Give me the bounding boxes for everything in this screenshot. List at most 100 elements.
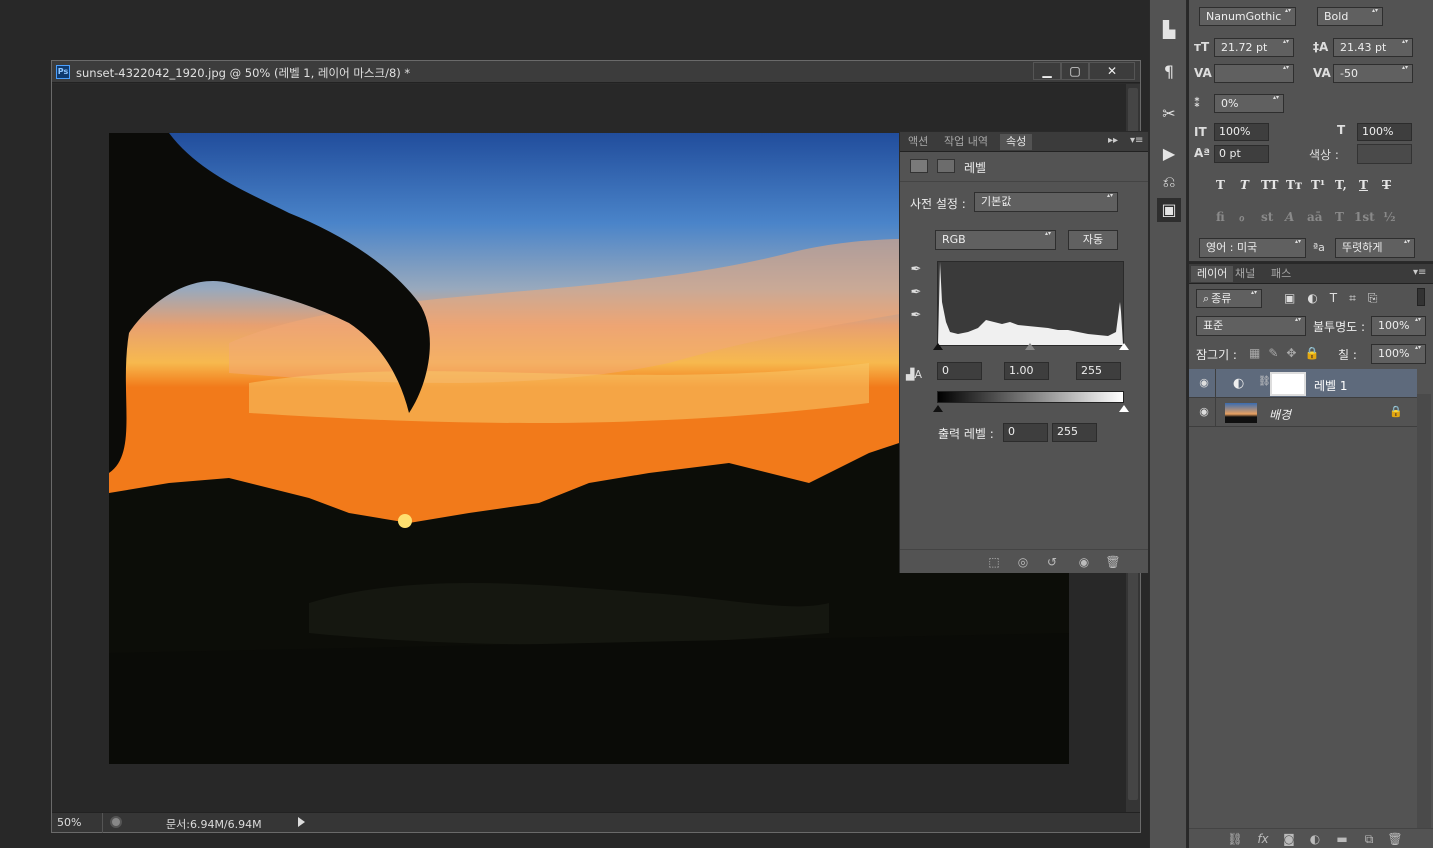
layer-filter-select[interactable]: ⌕ 종류 xyxy=(1196,288,1262,308)
layer-row[interactable]: ◉ 배경 🔒 xyxy=(1189,398,1417,427)
leading-field[interactable]: 21.43 pt xyxy=(1333,37,1413,57)
tab-channels[interactable]: 채널 xyxy=(1229,266,1261,282)
lock-options-icons[interactable]: ▦✎✥🔒 xyxy=(1249,346,1327,360)
tab-properties[interactable]: 속성 xyxy=(1000,134,1033,150)
baseline-shift-field[interactable]: 0 pt xyxy=(1214,145,1269,163)
black-eyedropper-icon[interactable]: ✒ xyxy=(908,262,924,278)
faux-italic-icon[interactable]: T xyxy=(1240,178,1249,192)
vertical-scale-field[interactable]: 100% xyxy=(1214,123,1269,141)
layers-scrollbar[interactable] xyxy=(1417,394,1431,828)
faux-bold-icon[interactable]: T xyxy=(1216,178,1225,192)
old-style-icon[interactable]: ℴ xyxy=(1239,210,1245,224)
delete-layer-icon[interactable]: 🗑 xyxy=(1387,831,1403,847)
clip-to-layer-icon[interactable]: ⬚ xyxy=(986,554,1002,570)
new-group-icon[interactable]: ▬ xyxy=(1334,831,1350,847)
output-white-slider[interactable] xyxy=(1119,405,1129,412)
fractions-icon[interactable]: ½ xyxy=(1383,210,1396,224)
output-white-field[interactable]: 255 xyxy=(1052,423,1097,442)
histogram xyxy=(937,261,1124,346)
superscript-icon[interactable]: T¹ xyxy=(1311,178,1325,192)
minimize-button[interactable]: ▁ xyxy=(1033,62,1061,80)
input-black-field[interactable]: 0 xyxy=(937,362,982,380)
tracking-field[interactable]: -50 xyxy=(1333,63,1413,83)
strikethrough-icon[interactable]: T xyxy=(1382,178,1391,192)
small-caps-icon[interactable]: Tт xyxy=(1286,178,1302,192)
panel-menu-icon[interactable]: ▾≡ xyxy=(1130,135,1143,146)
tsume-field[interactable]: 0% xyxy=(1214,93,1284,113)
white-eyedropper-icon[interactable]: ✒ xyxy=(908,308,924,324)
link-layers-icon[interactable]: ⛓ xyxy=(1227,831,1243,847)
add-mask-icon[interactable]: ◙ xyxy=(1281,831,1297,847)
new-layer-icon[interactable]: ⧉ xyxy=(1361,831,1377,847)
new-adjustment-layer-icon[interactable]: ◐ xyxy=(1307,831,1323,847)
auto-button[interactable]: 자동 xyxy=(1068,230,1118,250)
layer-name[interactable]: 레벨 1 xyxy=(1314,377,1348,394)
input-gamma-slider[interactable] xyxy=(1025,343,1035,350)
channel-select[interactable]: RGB xyxy=(935,229,1056,250)
ligatures-icon[interactable]: fi xyxy=(1216,210,1225,224)
layer-style-fx-icon[interactable]: fx xyxy=(1255,831,1271,847)
levels-adjustment-icon[interactable] xyxy=(910,159,928,173)
layers-panel-menu-icon[interactable]: ▾≡ xyxy=(1413,267,1426,278)
layer-visibility-eye-icon[interactable]: ◉ xyxy=(1197,406,1211,418)
stylistic-alternates-icon[interactable]: aā xyxy=(1307,210,1323,224)
gray-eyedropper-icon[interactable]: ✒ xyxy=(908,285,924,301)
zoom-level[interactable]: 50% xyxy=(57,816,81,829)
output-black-field[interactable]: 0 xyxy=(1003,423,1048,442)
font-family-select[interactable]: NanumGothic xyxy=(1199,6,1296,26)
close-button[interactable]: ✕ xyxy=(1089,62,1135,80)
preset-select[interactable]: 기본값 xyxy=(974,191,1118,212)
layer-filter-icons[interactable]: ▣◐T⌗⎘ xyxy=(1284,291,1390,306)
underline-icon[interactable]: T xyxy=(1359,178,1368,192)
blend-mode-select[interactable]: 표준 xyxy=(1196,315,1306,336)
history-icon[interactable]: ⎌ xyxy=(1157,170,1181,194)
reset-icon[interactable]: ↺ xyxy=(1044,554,1060,570)
output-black-slider[interactable] xyxy=(933,405,943,412)
properties-icon[interactable]: ▣ xyxy=(1157,198,1181,222)
paragraph-icon[interactable]: ¶ xyxy=(1157,60,1181,84)
document-title-bar[interactable]: Ps sunset-4322042_1920.jpg @ 50% (레벨 1, … xyxy=(52,61,1140,83)
font-style-select[interactable]: Bold xyxy=(1317,6,1383,26)
input-gamma-field[interactable]: 1.00 xyxy=(1004,362,1049,380)
collapse-panel-icon[interactable]: ▸▸ xyxy=(1108,135,1118,146)
layer-thumbnail[interactable] xyxy=(1225,403,1257,423)
play-icon[interactable]: ▶ xyxy=(1157,142,1181,166)
ordinals-icon[interactable]: 1st xyxy=(1354,210,1375,224)
filter-toggle[interactable] xyxy=(1417,288,1425,306)
maximize-button[interactable]: ▢ xyxy=(1061,62,1089,80)
fill-field[interactable]: 100% xyxy=(1371,343,1426,364)
layer-mask-thumbnail[interactable] xyxy=(1270,372,1306,396)
status-menu-arrow-icon[interactable] xyxy=(298,817,305,827)
input-black-slider[interactable] xyxy=(933,343,943,350)
font-size-field[interactable]: 21.72 pt xyxy=(1214,37,1294,57)
input-white-slider[interactable] xyxy=(1119,343,1129,350)
tab-actions[interactable]: 액션 xyxy=(902,134,934,150)
tab-history[interactable]: 작업 내역 xyxy=(938,134,994,150)
layer-name[interactable]: 배경 xyxy=(1269,406,1291,423)
language-select[interactable]: 영어 : 미국 xyxy=(1199,237,1306,258)
text-color-swatch[interactable] xyxy=(1357,144,1412,164)
tool-presets-icon[interactable]: ✂ xyxy=(1157,102,1181,126)
swash-icon[interactable]: A xyxy=(1285,210,1294,224)
layer-mask-icon[interactable] xyxy=(937,159,955,173)
horizontal-scale-field[interactable]: 100% xyxy=(1357,123,1412,141)
input-white-field[interactable]: 255 xyxy=(1076,362,1121,380)
layer-visibility-eye-icon[interactable]: ◉ xyxy=(1197,377,1211,389)
status-info-icon[interactable] xyxy=(110,816,122,828)
antialias-select[interactable]: 뚜렷하게 xyxy=(1335,237,1415,258)
visibility-icon[interactable]: ◉ xyxy=(1076,554,1092,570)
delete-icon[interactable]: 🗑 xyxy=(1105,554,1121,570)
view-previous-state-icon[interactable]: ◎ xyxy=(1015,554,1031,570)
close-icon: ✕ xyxy=(1106,64,1118,78)
all-caps-icon[interactable]: TT xyxy=(1261,178,1278,192)
titling-alternates-icon[interactable]: T xyxy=(1335,210,1344,224)
opacity-field[interactable]: 100% xyxy=(1371,315,1426,336)
tab-layers[interactable]: 레이어 xyxy=(1191,266,1234,282)
mask-link-icon[interactable]: ⛓ xyxy=(1258,376,1271,387)
kerning-field[interactable] xyxy=(1214,63,1294,83)
layer-row[interactable]: ◉ ◐ ⛓ 레벨 1 xyxy=(1189,369,1417,398)
subscript-icon[interactable]: T, xyxy=(1335,178,1347,192)
discretionary-ligatures-icon[interactable]: st xyxy=(1261,210,1273,224)
character-panel-icon[interactable]: ▙ xyxy=(1157,18,1181,42)
tab-paths[interactable]: 패스 xyxy=(1265,266,1297,282)
